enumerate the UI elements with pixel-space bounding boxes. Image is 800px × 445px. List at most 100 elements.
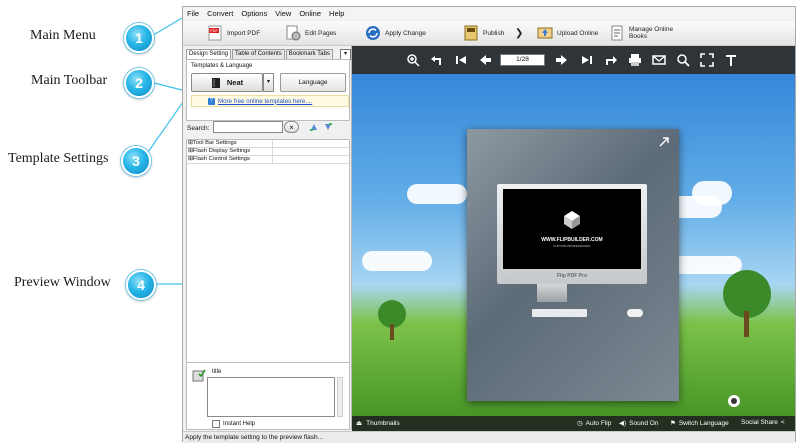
settings-tree: ⊞Tool Bar Settings ⊞Flash Display Settin… bbox=[186, 139, 350, 363]
tab-design-setting[interactable]: Design Setting bbox=[186, 49, 232, 59]
templates-language-title: Templates & Language bbox=[191, 63, 253, 69]
info-icon: ? bbox=[208, 97, 215, 105]
edit-pages-icon bbox=[286, 25, 301, 41]
refresh-icon bbox=[366, 26, 380, 40]
tab-table-of-contents[interactable]: Table of Contents bbox=[232, 49, 285, 59]
property-scrollbar[interactable] bbox=[337, 377, 343, 417]
tab-bookmark-tabs[interactable]: Bookmark Tabs bbox=[285, 49, 333, 59]
tree-illustration bbox=[378, 300, 406, 340]
template-name: Neat bbox=[226, 78, 244, 87]
page-corner-arrow-icon[interactable] bbox=[657, 135, 671, 149]
collapse-all-icon[interactable] bbox=[323, 122, 333, 132]
text-icon[interactable] bbox=[724, 53, 738, 67]
tree-row-toolbar-settings[interactable]: ⊞Tool Bar Settings bbox=[187, 140, 349, 148]
callout-badge-2: 2 bbox=[124, 68, 154, 98]
property-title: title bbox=[212, 369, 222, 375]
screen-title: WWW.FLIPBUILDER.COM bbox=[541, 237, 603, 243]
more-templates-bar: ? More free online templates here.... bbox=[191, 95, 349, 107]
previous-page-icon[interactable] bbox=[478, 53, 492, 67]
settings-tabs: Design Setting Table of Contents Bookmar… bbox=[186, 49, 334, 59]
keyboard-illustration bbox=[532, 309, 587, 317]
app-window: File Convert Options View Online Help PD… bbox=[182, 6, 796, 443]
instant-help-option[interactable]: Instant Help bbox=[212, 420, 255, 428]
email-icon[interactable] bbox=[652, 53, 666, 67]
last-page-icon[interactable] bbox=[580, 53, 594, 67]
status-text: Apply the template setting to the previe… bbox=[185, 434, 324, 441]
monitor-screen: WWW.FLIPBUILDER.COM FLIP PDF PROFESSIONA… bbox=[503, 189, 641, 269]
edit-pages-button[interactable]: Edit Pages bbox=[269, 22, 353, 44]
language-button[interactable]: Language bbox=[280, 73, 346, 92]
apply-change-button[interactable]: Apply Change bbox=[353, 22, 449, 44]
menu-help[interactable]: Help bbox=[325, 9, 348, 18]
tree-row-label: Flash Control Settings bbox=[192, 156, 250, 162]
print-icon[interactable] bbox=[628, 53, 642, 67]
callout-label-main-toolbar: Main Toolbar bbox=[31, 73, 108, 88]
instant-help-label: Instant Help bbox=[223, 421, 256, 427]
search-icon[interactable] bbox=[676, 53, 690, 67]
callout-badge-1: 1 bbox=[124, 23, 154, 53]
callout-label-template-settings: Template Settings bbox=[8, 151, 109, 166]
book-icon bbox=[211, 77, 220, 88]
tree-illustration bbox=[723, 270, 771, 337]
flag-icon: ⚑ bbox=[670, 420, 676, 427]
main-menu: File Convert Options View Online Help bbox=[183, 7, 795, 20]
preview-window: 1/28 WWW.FLIPBUILDER.COM FLIP PDF PROFES… bbox=[352, 46, 795, 431]
page-indicator[interactable]: 1/28 bbox=[500, 54, 545, 66]
social-share-label: Social Share bbox=[741, 419, 778, 426]
auto-flip-button[interactable]: ◷ Auto Flip bbox=[577, 419, 612, 428]
share-arrow-icon[interactable] bbox=[604, 53, 618, 67]
templates-language-box: Templates & Language Neat ▾ Language ? M… bbox=[186, 59, 350, 121]
next-page-icon[interactable] bbox=[555, 53, 569, 67]
search-label: Search: bbox=[187, 125, 210, 132]
publish-icon bbox=[464, 25, 478, 41]
thumbnails-label: Thumbnails bbox=[366, 419, 400, 427]
menu-file[interactable]: File bbox=[183, 9, 203, 18]
social-share-button[interactable]: Social Share < bbox=[741, 419, 785, 426]
more-templates-link[interactable]: More free online templates here.... bbox=[218, 98, 312, 105]
expand-all-icon[interactable] bbox=[309, 122, 319, 132]
search-input[interactable] bbox=[213, 121, 283, 133]
upload-icon bbox=[537, 27, 553, 39]
property-description[interactable] bbox=[207, 377, 335, 417]
tree-row-flash-display-settings[interactable]: ⊞Flash Display Settings bbox=[187, 148, 349, 156]
sound-label: Sound On bbox=[629, 419, 659, 427]
search-clear-button[interactable]: × bbox=[284, 121, 299, 133]
speaker-icon: ◀) bbox=[619, 420, 627, 427]
monitor-illustration: WWW.FLIPBUILDER.COM FLIP PDF PROFESSIONA… bbox=[497, 184, 647, 284]
edit-pages-label: Edit Pages bbox=[305, 29, 337, 37]
menu-view[interactable]: View bbox=[271, 9, 295, 18]
property-help-box: title Instant Help bbox=[186, 362, 350, 430]
switch-language-label: Switch Language bbox=[678, 419, 729, 427]
first-page-icon[interactable] bbox=[454, 53, 468, 67]
toolbar-more-button[interactable]: ❯ bbox=[509, 22, 531, 44]
menu-options[interactable]: Options bbox=[237, 9, 271, 18]
instant-help-checkbox[interactable] bbox=[212, 420, 220, 428]
import-pdf-button[interactable]: PDF Import PDF bbox=[183, 22, 269, 44]
share-icon: < bbox=[780, 419, 785, 426]
template-select-button[interactable]: Neat bbox=[191, 73, 263, 92]
thumbnails-button[interactable]: ⏏ Thumbnails bbox=[356, 419, 400, 428]
sound-button[interactable]: ◀) Sound On bbox=[619, 419, 659, 428]
auto-flip-label: Auto Flip bbox=[585, 419, 612, 427]
callout-label-main-menu: Main Menu bbox=[30, 28, 96, 43]
menu-online[interactable]: Online bbox=[295, 9, 325, 18]
publish-button[interactable]: Publish bbox=[449, 22, 509, 44]
template-dropdown-arrow[interactable]: ▾ bbox=[263, 73, 274, 92]
cube-logo-icon bbox=[564, 211, 580, 229]
undo-icon[interactable] bbox=[430, 53, 444, 67]
switch-language-button[interactable]: ⚑ Switch Language bbox=[670, 419, 729, 428]
clock-icon: ◷ bbox=[577, 420, 583, 427]
manage-books-label: Manage Online Books bbox=[629, 26, 674, 40]
flipbook[interactable]: WWW.FLIPBUILDER.COM FLIP PDF PROFESSIONA… bbox=[467, 129, 679, 401]
cloud bbox=[407, 184, 467, 204]
menu-convert[interactable]: Convert bbox=[203, 9, 237, 18]
fullscreen-icon[interactable] bbox=[700, 53, 714, 67]
manage-books-button[interactable]: Manage Online Books bbox=[605, 22, 695, 44]
import-pdf-label: Import PDF bbox=[227, 29, 261, 37]
zoom-in-icon[interactable] bbox=[406, 53, 420, 67]
tree-row-flash-control-settings[interactable]: ⊞Flash Control Settings bbox=[187, 156, 349, 164]
upload-online-label: Upload Online bbox=[557, 29, 599, 37]
publish-label: Publish bbox=[483, 29, 505, 37]
apply-change-label: Apply Change bbox=[385, 29, 426, 37]
upload-online-button[interactable]: Upload Online bbox=[531, 22, 605, 44]
